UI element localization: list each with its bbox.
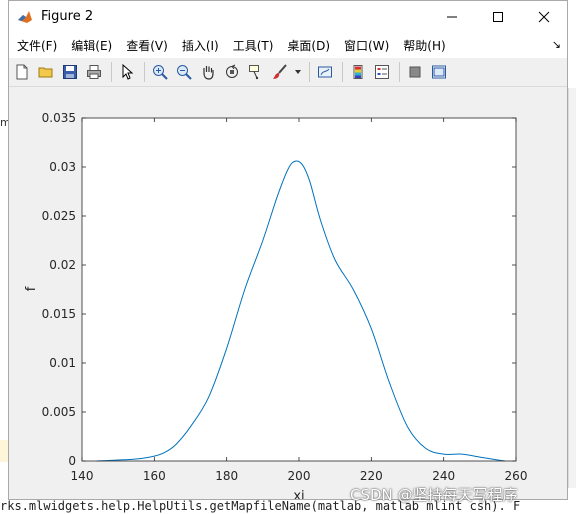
show-plot-tools-icon <box>432 65 446 79</box>
rotate-3d-button[interactable] <box>221 61 243 83</box>
y-axis-label: f <box>24 286 39 291</box>
background-panel-edge <box>568 88 576 488</box>
chevron-down-icon <box>295 70 301 74</box>
menu-desktop[interactable]: 桌面(D) <box>287 37 338 54</box>
x-axis-label: xi <box>293 489 304 499</box>
open-button[interactable] <box>35 61 57 83</box>
toolbar-separator <box>144 62 145 82</box>
colorbar-icon <box>353 65 363 79</box>
toolbar-separator <box>111 62 112 82</box>
dock-arrow-icon[interactable]: ↘ <box>552 38 561 51</box>
pan-button[interactable] <box>197 61 219 83</box>
legend-icon <box>375 65 389 79</box>
menu-edit[interactable]: 编辑(E) <box>71 37 120 54</box>
menu-file[interactable]: 文件(F) <box>17 37 65 54</box>
new-figure-icon <box>16 64 28 80</box>
hide-plot-tools-icon <box>409 66 421 78</box>
matlab-icon <box>17 8 33 25</box>
x-tick-label: 140 <box>71 469 94 483</box>
zoom-out-icon <box>177 65 192 80</box>
zoom-in-icon <box>153 65 168 80</box>
y-tick-label: 0.03 <box>49 160 76 174</box>
menu-view[interactable]: 查看(V) <box>126 37 176 54</box>
data-cursor-button[interactable] <box>245 61 267 83</box>
menu-help[interactable]: 帮助(H) <box>403 37 453 54</box>
close-button[interactable] <box>521 1 567 32</box>
x-tick-label: 180 <box>215 469 238 483</box>
figure-canvas[interactable]: 140 160 180 200 220 240 260 0 0.005 0.01 0.015 0.02… <box>9 87 567 504</box>
open-folder-icon <box>38 67 53 78</box>
link-plot-button[interactable] <box>314 61 336 83</box>
figure-toolbar <box>9 58 567 87</box>
toolbar-separator <box>342 62 343 82</box>
insert-colorbar-button[interactable] <box>347 61 369 83</box>
y-tick-label: 0.01 <box>49 356 76 370</box>
zoom-out-button[interactable] <box>173 61 195 83</box>
arrow-cursor-icon <box>122 64 134 80</box>
y-tick-label: 0.02 <box>49 258 76 272</box>
insert-legend-button[interactable] <box>371 61 393 83</box>
x-tick-label: 200 <box>288 469 311 483</box>
x-tick-label: 260 <box>505 469 528 483</box>
x-tick-label: 220 <box>360 469 383 483</box>
minimize-button[interactable] <box>429 1 475 32</box>
print-button[interactable] <box>83 61 105 83</box>
title-bar[interactable]: Figure 2 <box>9 1 567 32</box>
save-icon <box>63 65 77 79</box>
csdn-watermark: CSDN @坚持每天写程序 <box>350 486 518 504</box>
y-tick-label: 0.035 <box>42 111 76 125</box>
plot-svg: 140 160 180 200 220 240 260 0 0.005 0.01 0.015 0.02… <box>24 111 528 504</box>
y-tick-label: 0.015 <box>42 307 76 321</box>
close-icon <box>538 11 550 22</box>
window-title: Figure 2 <box>41 9 94 24</box>
brush-icon <box>273 64 287 79</box>
y-tick-label: 0 <box>68 454 76 468</box>
background-highlight <box>0 440 8 462</box>
hide-plot-tools-button[interactable] <box>404 61 426 83</box>
link-plot-icon <box>318 66 332 78</box>
menu-tools[interactable]: 工具(T) <box>233 37 282 54</box>
save-button[interactable] <box>59 61 81 83</box>
menu-window[interactable]: 窗口(W) <box>344 37 397 54</box>
menu-insert[interactable]: 插入(I) <box>182 37 227 54</box>
brush-button[interactable] <box>269 61 291 83</box>
maximize-button[interactable] <box>475 1 521 32</box>
maximize-icon <box>493 11 503 22</box>
y-tick-label: 0.025 <box>42 209 76 223</box>
y-tick-label: 0.005 <box>42 405 76 419</box>
show-plot-tools-button[interactable] <box>428 61 450 83</box>
toolbar-separator <box>309 62 310 82</box>
x-tick-label: 240 <box>432 469 455 483</box>
axes-background[interactable] <box>82 118 516 461</box>
x-tick-label: 160 <box>143 469 166 483</box>
rotate-icon <box>226 64 238 78</box>
zoom-in-button[interactable] <box>149 61 171 83</box>
menu-bar: 文件(F) 编辑(E) 查看(V) 插入(I) 工具(T) 桌面(D) 窗口(W… <box>9 32 567 58</box>
print-icon <box>87 65 101 79</box>
pointer-button[interactable] <box>116 61 138 83</box>
new-figure-button[interactable] <box>11 61 33 83</box>
figure-window: Figure 2 文件(F) 编辑(E) 查看(V) 插入(I) 工具(T) 桌… <box>8 0 568 504</box>
minimize-icon <box>447 16 457 17</box>
toolbar-separator <box>399 62 400 82</box>
hand-icon <box>203 66 214 80</box>
data-cursor-icon <box>249 65 259 80</box>
brush-dropdown[interactable] <box>293 61 303 83</box>
